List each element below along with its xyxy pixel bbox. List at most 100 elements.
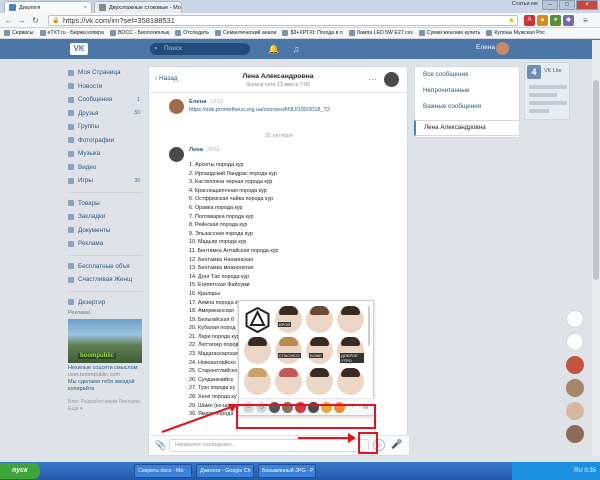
music-icon[interactable]: ♫ [290,43,302,55]
taskbar-item[interactable]: Диалоги - Google Ch [196,464,254,478]
vk-logo[interactable]: VK [70,43,88,55]
extension-icon[interactable]: ● [550,15,561,26]
nav-item-my-page[interactable]: Моя Страница [68,66,142,80]
ad-text[interactable]: Нехилые соцсети смыслом user.boompublic.… [68,365,142,393]
bookmark-item[interactable]: BOCC - Биологиялық [109,30,169,36]
extension-widget[interactable]: 4 VK Lite [524,62,570,120]
games-icon [68,177,74,184]
back-icon[interactable]: ← [3,15,14,26]
message-link[interactable]: https://eds.prometheus.org.ua/courses/KN… [189,107,330,113]
scrollbar-thumb[interactable] [593,80,599,280]
filter-all[interactable]: Все сообщения [415,67,519,83]
page-favicon-icon [99,4,106,11]
more-icon[interactable]: ··· [368,74,377,84]
taskbar-item[interactable]: Безымянный JPG - P [258,464,316,478]
avatar[interactable] [566,356,584,374]
url-input[interactable]: 🔒 https://vk.com/im?sel=358188531 [48,15,518,26]
bookmark-item[interactable]: Сумки женские купить [418,30,480,36]
minimize-icon[interactable]: – [542,0,558,10]
sticker[interactable] [306,368,333,395]
start-button[interactable]: пуск [0,463,40,479]
filter-important[interactable]: Важные сообщения [415,99,519,115]
lock-icon: 🔒 [52,18,60,24]
message-input[interactable]: Напишите сообщение... [169,439,369,452]
bell-icon[interactable]: 🔔 [268,43,280,55]
count-badge: 50 [132,110,142,117]
forward-icon[interactable]: → [16,15,27,26]
avatar[interactable] [384,72,399,87]
message-author[interactable]: Елена 13:13 [189,99,223,105]
sticker[interactable] [275,368,302,395]
sticker[interactable]: СПАСИБО! [275,337,302,364]
extension-icon[interactable]: ◆ [563,15,574,26]
reload-icon[interactable]: ↻ [30,15,41,26]
selected-dialog[interactable]: Лена Александровна [414,120,520,136]
nav-item-docs[interactable]: Документы [68,224,142,238]
nav-item-news[interactable]: Новости [68,80,142,94]
camera-icon [68,137,74,144]
message-icon [68,96,74,103]
nav-item-friends[interactable]: Друзья 50 [68,107,142,121]
extension-icon[interactable]: A [524,15,535,26]
avatar[interactable] [566,402,584,420]
extension-icon[interactable]: ▲ [537,15,548,26]
sticker[interactable] [306,306,333,333]
close-window-icon[interactable]: × [576,0,598,10]
close-tab-icon[interactable]: × [84,5,87,11]
nav-item-community[interactable]: Счастливая Женщ [68,273,142,287]
nav-item-ads[interactable]: Реклама [68,237,142,251]
bookmark-item[interactable]: eTXT.ru - Биржа копира [39,30,104,36]
bookmark-item[interactable]: Отследить [175,30,209,36]
nav-item-video[interactable]: Видео [68,161,142,175]
nav-item-goods[interactable]: Товары [68,197,142,211]
sticker[interactable]: БОЖЕ [306,337,333,364]
filter-unread[interactable]: Непрочитанные [415,83,519,99]
sticker[interactable] [337,368,364,395]
nav-item-games[interactable]: Игры 36 [68,174,142,188]
nav-item-app[interactable]: Дезертир [68,296,142,310]
taskbar-item[interactable]: Секреты dvcs - Mo [134,464,192,478]
nav-item-groups[interactable]: Группы [68,120,142,134]
avatar[interactable] [169,99,184,114]
sticker[interactable] [244,337,271,364]
microphone-icon[interactable]: 🎤 [391,439,402,450]
menu-icon[interactable]: ≡ [580,15,591,26]
bookmark-item[interactable]: Купоны Мужская Рос [486,30,545,36]
rail-item[interactable] [566,310,584,328]
news-icon [68,83,74,90]
sticker[interactable]: ВРОЙ [275,306,302,333]
nav-item-music[interactable]: Музыка [68,147,142,161]
nav-item-community[interactable]: Бесплатные объя [68,260,142,274]
nav-item-messages[interactable]: Сообщения 1 [68,93,142,107]
sticker[interactable] [337,306,364,333]
avatar[interactable] [169,147,184,162]
sticker[interactable] [244,306,271,334]
maximize-icon[interactable]: □ [559,0,575,10]
header-user-name[interactable]: Елена [476,44,495,51]
bookmark-item[interactable]: Сервисы [4,30,34,36]
avatar[interactable] [496,42,509,55]
tab-dialogs[interactable]: Диалоги × [4,1,92,13]
message-author[interactable]: Лена 20:51 [189,147,220,153]
bookmark-item[interactable]: Лампа LED 5W E27 cxx [348,30,413,36]
sticker[interactable] [244,368,271,395]
sticker-scrollbar[interactable] [368,306,370,346]
bookmark-item[interactable]: Семантический анали [214,30,276,36]
sticker[interactable]: ДОБРОЕ УТРО [337,337,364,364]
attach-icon[interactable]: 📎 [155,440,166,450]
list-item: 10. Мадьяр порода кур [189,239,247,246]
date-separator: 25 октября [265,133,293,139]
page-scrollbar[interactable] [592,40,600,456]
tab-second[interactable]: Двухэтажные стоковые - Мо × [94,1,182,13]
search-input[interactable]: ⌕ Поиск [150,43,250,55]
browser-user[interactable]: Статьи ме [512,1,538,7]
footer-links[interactable]: Блог Разработчикам Реклама Ещё ▾ [68,399,142,413]
avatar[interactable] [566,425,584,443]
ad-image[interactable]: boompublic [68,319,142,363]
rail-item[interactable] [566,333,584,351]
nav-item-bookmarks[interactable]: Закладки [68,210,142,224]
nav-item-photos[interactable]: Фотографии [68,134,142,148]
star-icon[interactable]: ★ [506,15,517,26]
avatar[interactable] [566,379,584,397]
bookmark-item[interactable]: $3+XPTXt: Погода в п [282,30,343,36]
